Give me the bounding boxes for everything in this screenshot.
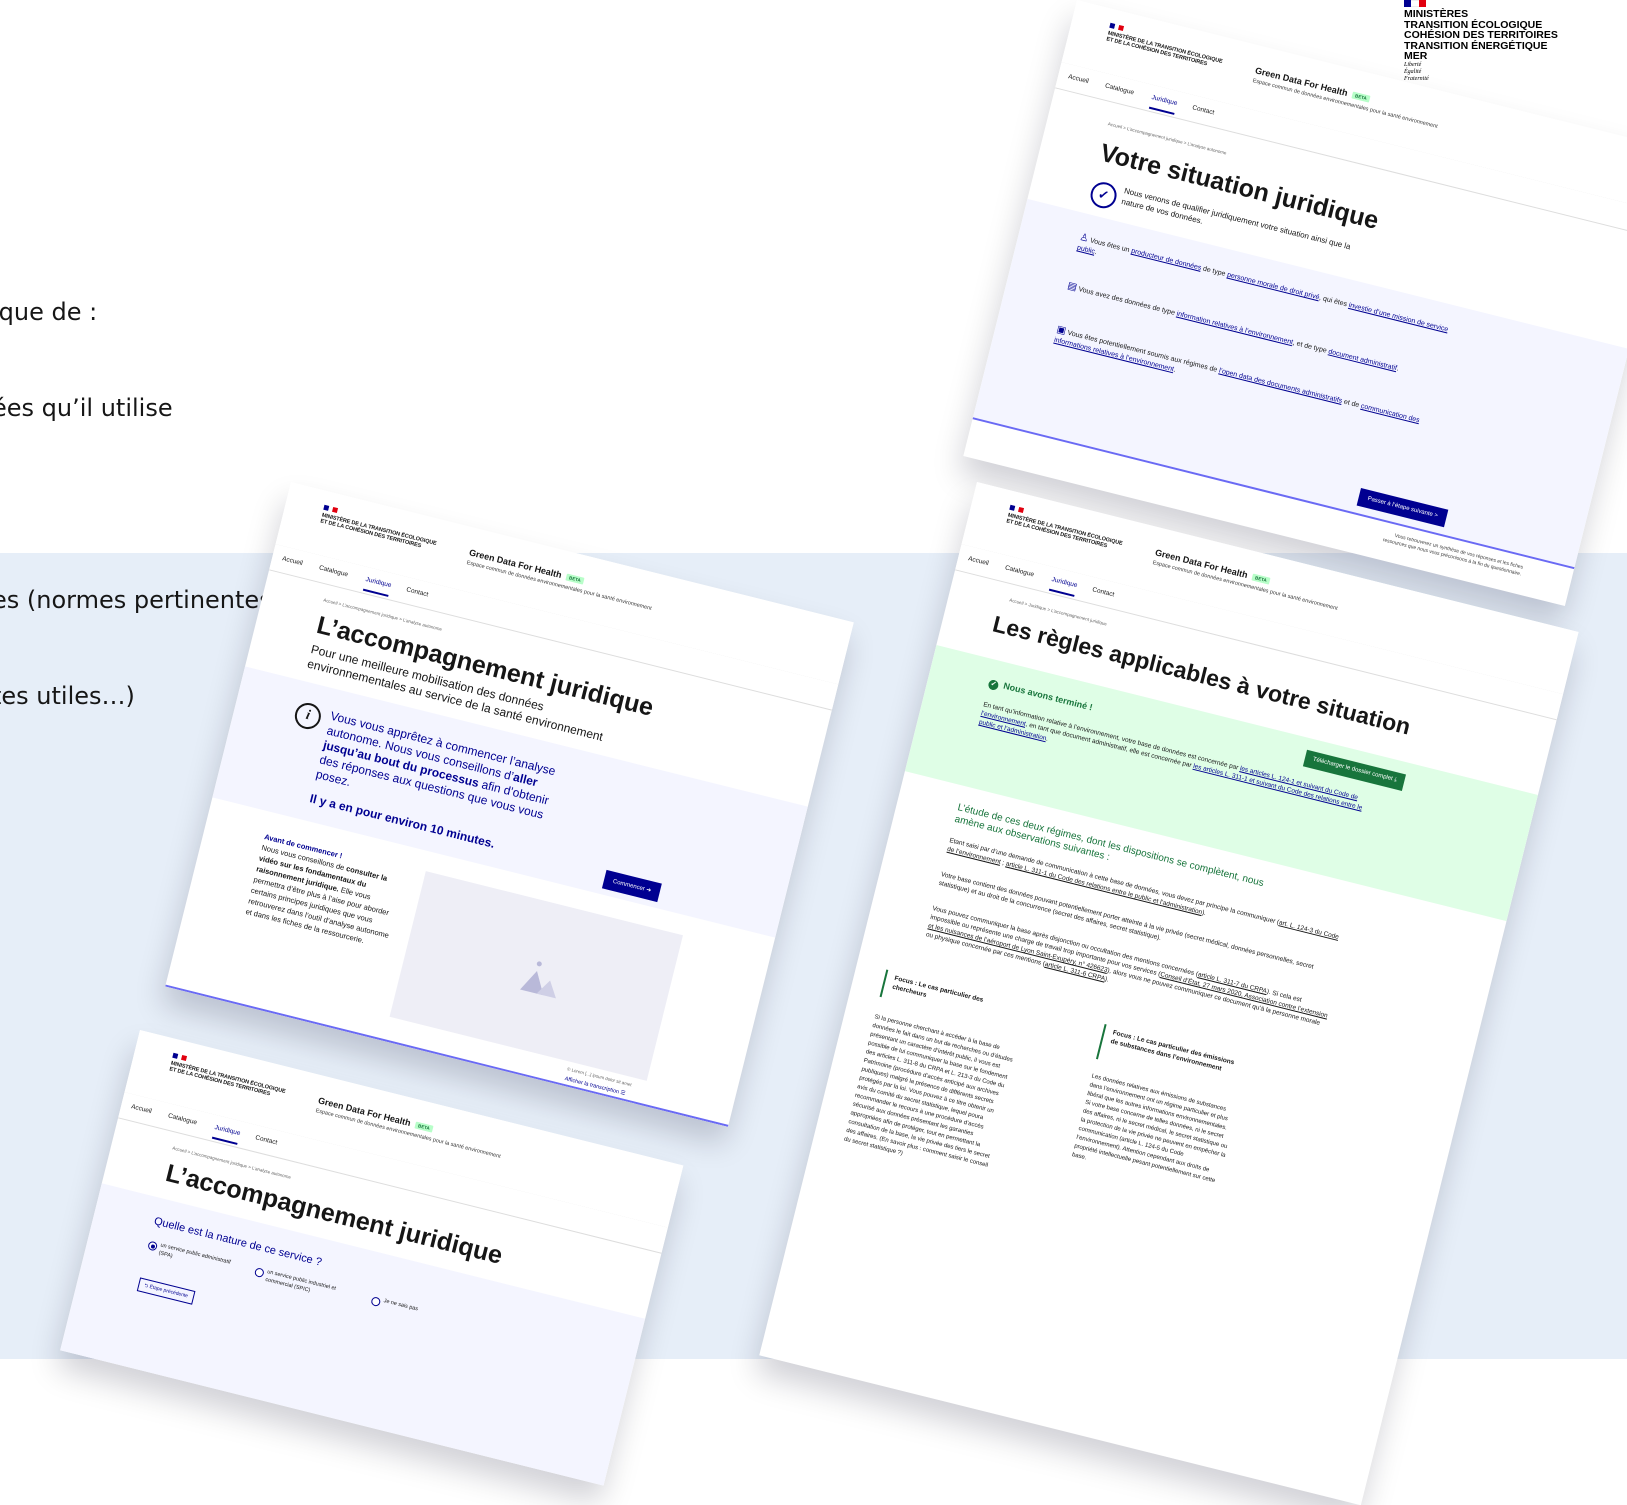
- nav-contact[interactable]: Contact: [255, 1134, 278, 1146]
- check-icon: ✓: [987, 678, 1000, 692]
- text: .: [1172, 366, 1177, 374]
- image-placeholder-icon: [536, 978, 560, 999]
- focus-researchers-title: Focus : Le cas particulier des chercheur…: [891, 974, 985, 1004]
- nav-contact[interactable]: Contact: [1092, 586, 1115, 598]
- text: .: [1045, 735, 1049, 743]
- text: .: [1395, 365, 1400, 373]
- text: ).: [1201, 909, 1207, 918]
- nav-accueil[interactable]: Accueil: [967, 555, 989, 567]
- intro-line: es (normes pertinentes,: [0, 586, 280, 614]
- ministry-line: TRANSITION ÉNERGÉTIQUE: [1404, 39, 1548, 52]
- focus-bar: [1095, 1023, 1107, 1060]
- nav-accueil[interactable]: Accueil: [130, 1103, 152, 1115]
- ministry-logo: MINISTÈRES TRANSITION ÉCOLOGIQUE COHÉSIO…: [1404, 0, 1604, 83]
- beta-badge: BETA: [1251, 573, 1271, 585]
- intro-line: ique de :: [0, 298, 98, 326]
- header-ministry: MINISTÈRE DE LA TRANSITION ÉCOLOGIQUE ET…: [1005, 512, 1124, 550]
- header-ministry: MINISTÈRE DE LA TRANSITION ÉCOLOGIQUE ET…: [319, 512, 438, 550]
- motto-line: Liberté: [1404, 61, 1422, 68]
- nav-catalogue[interactable]: Catalogue: [1104, 82, 1134, 96]
- nav-juridique[interactable]: Juridique: [362, 576, 393, 597]
- nav-catalogue[interactable]: Catalogue: [167, 1112, 197, 1126]
- motto-line: Égalité: [1404, 68, 1422, 75]
- text: et de: [1341, 398, 1362, 410]
- image-placeholder-icon: [536, 960, 543, 967]
- focus-emissions-text: Les données relatives aux émissions de s…: [1071, 1073, 1229, 1185]
- beta-badge: BETA: [1351, 91, 1371, 103]
- intro-text: ique de : ées qu’il utilise es (normes p…: [0, 232, 279, 744]
- intro-line: [0, 488, 279, 520]
- nav-juridique[interactable]: Juridique: [211, 1124, 242, 1145]
- text: .: [1093, 248, 1098, 257]
- nav-accueil[interactable]: Accueil: [281, 555, 303, 567]
- before-start: Avant de commencer ! Nous vous conseillo…: [244, 831, 411, 953]
- beta-badge: BETA: [565, 573, 585, 585]
- text: ).: [1104, 975, 1110, 984]
- ministry-line: COHÉSION DES TERRITOIRES: [1404, 29, 1558, 41]
- motto-line: Fraternité: [1404, 75, 1429, 82]
- flag-icon: [172, 1052, 188, 1062]
- nav-accueil[interactable]: Accueil: [1067, 73, 1089, 85]
- nav-contact[interactable]: Contact: [1192, 104, 1215, 116]
- nav-catalogue[interactable]: Catalogue: [318, 564, 348, 578]
- ministry-line: MINISTÈRES: [1404, 8, 1469, 20]
- flag-icon: [1009, 504, 1025, 514]
- ministry-line: MER: [1404, 50, 1428, 62]
- intro-line: ées qu’il utilise: [0, 394, 173, 422]
- nav-juridique[interactable]: Juridique: [1148, 94, 1179, 115]
- flag-icon: [1109, 22, 1125, 32]
- check-circle-icon: ✓: [1087, 179, 1120, 211]
- nav-contact[interactable]: Contact: [406, 586, 429, 598]
- focus-emissions-title: Focus : Le cas particulier des émissions…: [1109, 1029, 1235, 1073]
- user-icon: ♙: [1078, 231, 1090, 245]
- focus-bar: [879, 969, 889, 998]
- focus-researchers-text: Si la personne cherchant à accéder à la …: [843, 1014, 1014, 1169]
- nav-juridique[interactable]: Juridique: [1048, 576, 1079, 597]
- nav-catalogue[interactable]: Catalogue: [1004, 564, 1034, 578]
- french-flag-icon: [1404, 0, 1426, 7]
- header-ministry: MINISTÈRE DE LA TRANSITION ÉCOLOGIQUE ET…: [1105, 30, 1224, 68]
- header-ministry: MINISTÈRE DE LA TRANSITION ÉCOLOGIQUE ET…: [168, 1060, 287, 1098]
- beta-badge: BETA: [414, 1121, 434, 1133]
- flag-icon: [323, 504, 339, 514]
